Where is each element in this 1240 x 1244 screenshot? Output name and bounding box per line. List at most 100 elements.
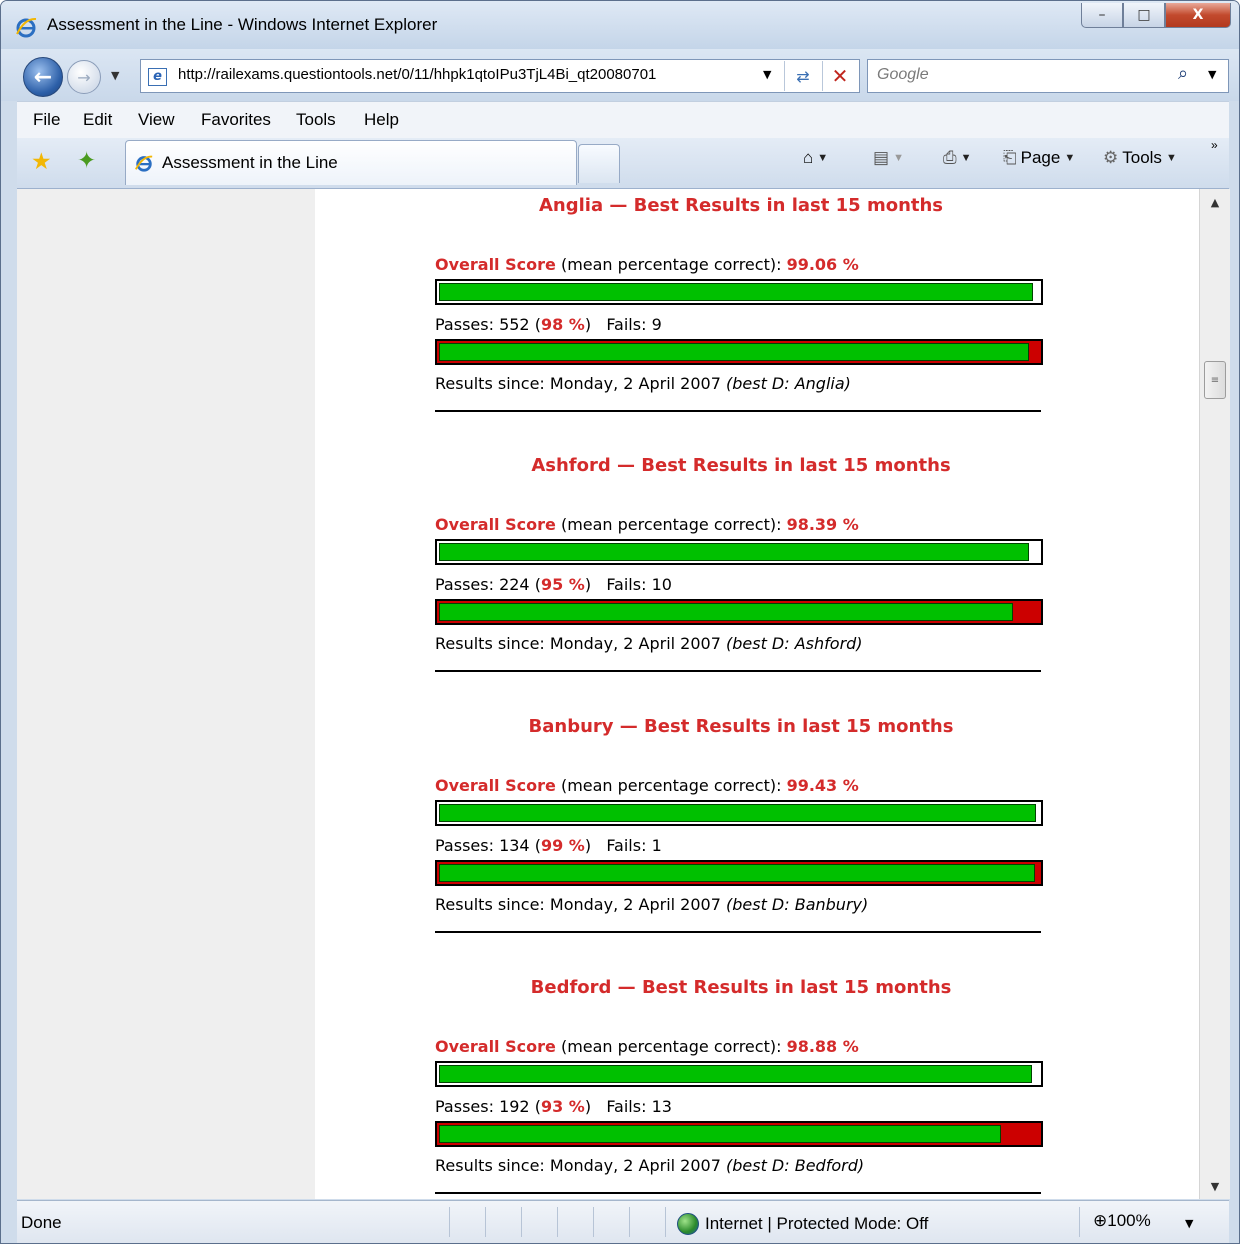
page-menu-button[interactable]: ⎗ Page ▼	[1003, 148, 1075, 168]
overall-score-label: Overall Score	[435, 1037, 556, 1056]
status-divider	[521, 1207, 522, 1237]
zoom-dropdown-icon[interactable]: ▼	[1185, 1217, 1193, 1230]
security-zone[interactable]: Internet | Protected Mode: Off	[677, 1213, 928, 1235]
tab-assessment[interactable]: Assessment in the Line	[125, 140, 577, 185]
results-since-date: Monday, 2 April 2007	[549, 634, 721, 653]
overall-score-value: 99.43 %	[786, 776, 859, 795]
tab-label: Assessment in the Line	[162, 153, 338, 172]
browser-window: Assessment in the Line - Windows Interne…	[0, 0, 1240, 1244]
menu-favorites[interactable]: Favorites	[201, 110, 271, 130]
address-url[interactable]: http://railexams.questiontools.net/0/11/…	[178, 66, 758, 83]
status-divider	[593, 1207, 594, 1237]
maximize-button[interactable]: □	[1123, 3, 1165, 28]
score-bar	[435, 1061, 1043, 1087]
menu-bar: File Edit View Favorites Tools Help	[17, 101, 1229, 139]
menu-edit[interactable]: Edit	[83, 110, 112, 130]
refresh-button[interactable]: ⇄	[784, 61, 821, 91]
menu-tools[interactable]: Tools	[296, 110, 336, 130]
menu-file[interactable]: File	[33, 110, 60, 130]
feeds-button[interactable]: ▤ ▼	[873, 148, 904, 168]
section-divider	[435, 670, 1041, 672]
fails-count: 9	[651, 315, 662, 334]
overall-score-value: 98.39 %	[786, 515, 859, 534]
vertical-scrollbar[interactable]: ▲ ≡ ▼	[1199, 189, 1230, 1199]
status-divider	[665, 1207, 666, 1237]
overall-score-value: 99.06 %	[786, 255, 859, 274]
search-dropdown-icon[interactable]: ▼	[1208, 68, 1216, 81]
home-button[interactable]: ⌂ ▼	[803, 148, 828, 168]
mean-text: (mean percentage correct):	[555, 515, 787, 534]
search-box[interactable]: Google ⌕ ▼	[867, 59, 1229, 93]
home-icon: ⌂	[803, 148, 814, 167]
fails-count: 10	[651, 575, 672, 594]
zoom-icon: ⊕	[1093, 1211, 1108, 1230]
passes-count: 134	[499, 836, 530, 855]
tools-menu-button[interactable]: ⚙ Tools ▼	[1103, 148, 1177, 168]
pass-rate-bar-fill	[439, 864, 1035, 882]
section-divider	[435, 931, 1041, 933]
section-title: Bedford — Best Results in last 15 months	[530, 977, 952, 998]
results-since-label: Results since:	[435, 634, 550, 653]
back-button[interactable]: ←	[23, 57, 63, 97]
pass-percent: 99 %	[540, 836, 585, 855]
address-dropdown-icon[interactable]: ▼	[763, 68, 771, 81]
add-favorite-icon[interactable]: ✦	[77, 148, 96, 174]
fails-label: Fails:	[606, 1097, 652, 1116]
results-since-label: Results since:	[435, 1156, 550, 1175]
results-since-line: Results since: Monday, 2 April 2007 (bes…	[435, 374, 851, 393]
best-d-note: (best D: Banbury)	[725, 895, 869, 914]
best-d-note: (best D: Anglia)	[725, 374, 851, 393]
status-divider	[557, 1207, 558, 1237]
tools-menu-label: Tools	[1122, 148, 1162, 167]
mean-text: (mean percentage correct):	[555, 776, 787, 795]
menu-help[interactable]: Help	[364, 110, 399, 130]
new-tab-button[interactable]	[578, 144, 620, 183]
pass-percent: 95 %	[540, 575, 585, 594]
gear-icon: ⚙	[1103, 148, 1119, 167]
mean-text: (mean percentage correct):	[555, 1037, 787, 1056]
overall-score-line: Overall Score (mean percentage correct):…	[435, 515, 859, 534]
status-text: Done	[21, 1213, 62, 1232]
pass-rate-bar-fill	[439, 1125, 1001, 1143]
print-button[interactable]: ⎙ ▼	[943, 148, 972, 168]
scroll-thumb[interactable]: ≡	[1204, 361, 1226, 399]
address-bar[interactable]: e http://railexams.questiontools.net/0/1…	[140, 59, 860, 93]
passes-fails-line: Passes: 224 (95 %) Fails: 10	[435, 575, 672, 594]
search-icon[interactable]: ⌕	[1178, 63, 1188, 84]
page-icon: ⎗	[1003, 148, 1017, 167]
pass-percent: 98 %	[540, 315, 585, 334]
refresh-icon: ⇄	[796, 66, 810, 86]
menu-view[interactable]: View	[138, 110, 175, 130]
passes-fails-line: Passes: 552 (98 %) Fails: 9	[435, 315, 662, 334]
forward-button[interactable]: →	[67, 60, 101, 94]
close-button[interactable]: X	[1165, 3, 1231, 28]
overall-score-value: 98.88 %	[786, 1037, 859, 1056]
search-input[interactable]: Google	[877, 66, 929, 84]
window-title: Assessment in the Line - Windows Interne…	[47, 15, 438, 34]
chevron-down-icon: ▼	[817, 152, 829, 164]
page-icon: e	[148, 68, 167, 86]
scroll-up-button[interactable]: ▲	[1200, 189, 1230, 215]
minimize-button[interactable]: –	[1081, 3, 1123, 28]
best-d-note: (best D: Ashford)	[725, 634, 863, 653]
ie-logo-icon	[16, 17, 37, 38]
navigation-bar: ← → ▼ e http://railexams.questiontools.n…	[1, 49, 1239, 101]
overall-score-label: Overall Score	[435, 515, 556, 534]
section-title: Banbury — Best Results in last 15 months	[528, 716, 954, 737]
pass-rate-bar	[435, 1121, 1043, 1147]
scroll-down-button[interactable]: ▼	[1200, 1173, 1230, 1199]
fails-label: Fails:	[606, 575, 652, 594]
favorites-star-icon[interactable]: ★	[31, 149, 52, 175]
results-since-label: Results since:	[435, 895, 550, 914]
more-commands-icon[interactable]: »	[1211, 138, 1218, 152]
stop-button[interactable]: ✕	[822, 61, 857, 91]
zoom-control[interactable]: ⊕100%	[1093, 1211, 1151, 1231]
fails-count: 13	[651, 1097, 672, 1116]
page-menu-label: Page	[1020, 148, 1061, 167]
pass-rate-bar-fill	[439, 603, 1013, 621]
passes-count: 192	[499, 1097, 530, 1116]
overall-score-label: Overall Score	[435, 255, 556, 274]
ie-page-icon	[135, 155, 153, 172]
history-dropdown-icon[interactable]: ▼	[111, 69, 119, 82]
window-controls: – □ X	[1081, 3, 1231, 29]
